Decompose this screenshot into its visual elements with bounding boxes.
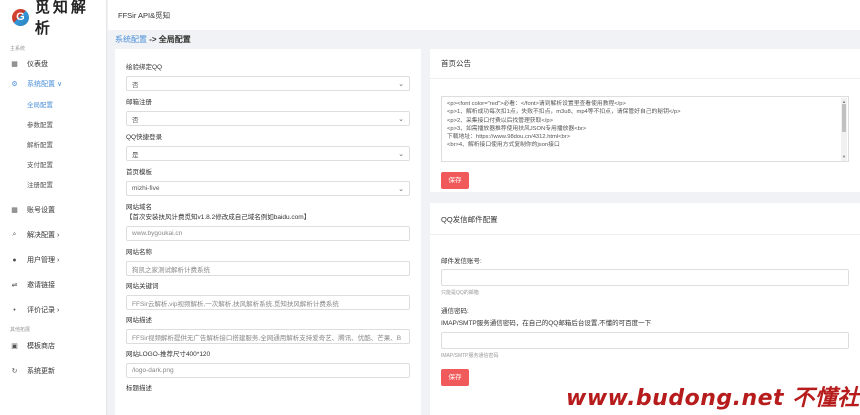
verify-qq-select[interactable]: 否 ⌄ xyxy=(126,76,410,91)
sidebar-item-label: 系统更新 xyxy=(27,368,55,375)
save-mail-button[interactable]: 保存 xyxy=(441,369,469,386)
scrollbar[interactable]: ▲ ▼ xyxy=(841,98,847,161)
sidebar-item-dashboard[interactable]: ▦ 仪表盘 xyxy=(0,54,106,74)
field-label: 网站名称 xyxy=(126,249,152,256)
chevron-down-icon: ⌄ xyxy=(398,115,404,123)
select-value: 是 xyxy=(132,151,139,159)
breadcrumb-current: 全局配置 xyxy=(158,35,191,44)
sidebar-subitem-params[interactable]: 参数配置 xyxy=(0,114,106,134)
notice-panel: 首页公告 <p><font color="red">必看：</font>请到解析… xyxy=(430,49,860,192)
save-notice-button[interactable]: 保存 xyxy=(441,172,469,189)
sidebar-item-label: 用户管理 › xyxy=(27,257,60,264)
mail-password-label: 通信密码: xyxy=(441,308,469,315)
field-label: 邮箱注册 xyxy=(126,99,152,106)
site-keywords-input[interactable]: FFSir云解析,vip视频解析,一次解析,扶风解析系统,觅知扶风解析计费系统 xyxy=(126,295,410,310)
field-label: 网站关键词 xyxy=(126,283,159,290)
scrollbar-thumb[interactable] xyxy=(842,104,846,132)
panel-title: 首页公告 xyxy=(430,58,860,79)
dot-icon: • xyxy=(13,306,16,314)
field-label: QQ快捷登录 xyxy=(126,134,163,141)
sidebar-item-label: 模板商店 xyxy=(27,343,55,350)
sidebar-item-label: 评价记录 › xyxy=(27,307,60,314)
watermark: www.budong.net 不懂社区 xyxy=(566,386,860,411)
mail-password-desc: IMAP/SMTP服务通信密码，在自己的QQ邮箱后台设置,不懂的可百度一下 xyxy=(441,320,652,327)
notice-textarea[interactable]: <p><font color="red">必看：</font>请到解析设置里查看… xyxy=(441,96,849,162)
user-icon: ● xyxy=(12,256,17,264)
mail-account-hint: 只能是QQ的邮箱 xyxy=(441,290,479,296)
site-logo-input[interactable]: /logo-dark.png xyxy=(126,363,410,378)
sidebar-item-label: 系统配置 ∨ xyxy=(27,81,63,88)
sidebar-item-label: 账号设置 xyxy=(27,207,55,214)
sidebar-subitem-pay[interactable]: 支付配置 xyxy=(0,154,106,174)
notice-line: <p>1、解析成功每次扣1点，失败不扣点，m3u8、mp4等不扣点，请保管好自己… xyxy=(447,109,681,116)
qq-login-select[interactable]: 是 ⌄ xyxy=(126,146,410,161)
notice-line: <p><font color="red">必看：</font>请到解析设置里查看… xyxy=(447,101,626,107)
sidebar-item-label: 仪表盘 xyxy=(27,61,48,68)
sidebar-item-system-config[interactable]: ⚙ 系统配置 ∨ xyxy=(0,74,106,94)
sidebar-item-reviews[interactable]: • 评价记录 › xyxy=(0,300,106,320)
notice-line: <p>3、如需播放器推荐使用扶风JSON专用播放器<br> xyxy=(447,125,587,132)
notice-line: <p>2、采集接口付费以后找管理获取</p> xyxy=(447,117,553,124)
sidebar-item-label: 解决配置 › xyxy=(27,232,60,239)
site-name-input[interactable]: 狗凯之家测试解析计费系统 xyxy=(126,261,410,276)
group-title-other: 其他拓展 xyxy=(10,327,31,333)
topbar: FFSir API&觅知 xyxy=(108,0,860,30)
scroll-down-icon[interactable]: ▼ xyxy=(841,153,847,161)
sidebar-item-users[interactable]: ● 用户管理 › xyxy=(0,250,106,270)
dashboard-icon: ▦ xyxy=(11,61,18,68)
field-label: 绘验绑定QQ xyxy=(126,64,163,71)
sidebar-item-shop[interactable]: ▣ 模板商店 xyxy=(0,336,106,356)
sidebar-item-label: 邀请链接 xyxy=(27,282,55,289)
field-note: 【首次安装扶风计费觅知v1.8.2修改成自己域名例如baidu.com】 xyxy=(126,214,311,221)
field-label: 网站描述 xyxy=(126,317,152,324)
sidebar-item-update[interactable]: ↻ 系统更新 xyxy=(0,361,106,381)
breadcrumb: 系统配置 -> 全局配置 xyxy=(115,34,191,45)
brand[interactable]: G 觅知解析 xyxy=(0,0,106,37)
field-label: 网站域名 xyxy=(126,204,152,211)
field-label: 首页模板 xyxy=(126,169,152,176)
mail-password-hint: IMAP/SMTP服务通信密码 xyxy=(441,353,499,359)
sidebar: G 觅知解析 主系统 ▦ 仪表盘 ⚙ 系统配置 ∨ 全局配置 参数配置 解析配置… xyxy=(0,0,107,415)
mail-account-label: 邮件发信账号: xyxy=(441,258,482,265)
site-description-input[interactable]: FFSir视频解析提供无广告解析接口搭建服务,全网通用解析支持爱奇艺、腾讯、优酷… xyxy=(126,329,410,344)
notice-line: 下载地址：https://www.98dou.cn/4312.html<br> xyxy=(447,134,571,141)
field-label: 标题描述 xyxy=(126,385,152,392)
select-value: mizhi-five xyxy=(132,185,160,192)
chevron-down-icon: ⌄ xyxy=(398,185,404,193)
breadcrumb-sep: -> xyxy=(147,35,159,44)
mail-account-input[interactable] xyxy=(441,269,849,286)
grid-icon: ▦ xyxy=(11,207,18,214)
shop-icon: ▣ xyxy=(11,343,18,350)
search-icon: ⌕ xyxy=(12,231,17,238)
sidebar-subitem-parse[interactable]: 解析配置 xyxy=(0,134,106,154)
mail-password-input[interactable] xyxy=(441,332,849,349)
email-register-select[interactable]: 否 ⌄ xyxy=(126,111,410,126)
link-icon: ⇌ xyxy=(11,282,18,289)
chevron-down-icon: ⌄ xyxy=(398,80,404,88)
sidebar-subitem-register[interactable]: 注册配置 xyxy=(0,174,106,194)
global-config-form: 绘验绑定QQ 否 ⌄ 邮箱注册 否 ⌄ QQ快捷登录 是 ⌄ 首页模板 mizhi-f… xyxy=(115,49,421,415)
topbar-title: FFSir API&觅知 xyxy=(118,10,171,20)
sidebar-item-resolve[interactable]: ⌕ 解决配置 › xyxy=(0,225,106,245)
gear-icon: ⚙ xyxy=(11,81,18,88)
select-value: 否 xyxy=(132,81,139,89)
site-domain-input[interactable]: www.bygoukai.cn xyxy=(126,226,410,241)
panel-title: QQ发信邮件配置 xyxy=(430,212,860,235)
select-value: 否 xyxy=(132,116,139,124)
home-template-select[interactable]: mizhi-five ⌄ xyxy=(126,181,410,196)
sidebar-item-account[interactable]: ▦ 账号设置 xyxy=(0,200,106,220)
sidebar-subitem-global[interactable]: 全局配置 xyxy=(0,94,106,114)
breadcrumb-link[interactable]: 系统配置 xyxy=(115,35,147,44)
chevron-down-icon: ⌄ xyxy=(398,150,404,158)
notice-line: <br>4、解析接口使用方式复制你的json接口 xyxy=(447,142,560,149)
brand-name: 觅知解析 xyxy=(34,0,89,37)
logo-icon: G xyxy=(12,8,29,26)
refresh-icon: ↻ xyxy=(11,368,18,375)
field-label: 网站LOGO-推荐尺寸400*120 xyxy=(126,351,211,358)
sidebar-item-invite[interactable]: ⇌ 邀请链接 xyxy=(0,275,106,295)
